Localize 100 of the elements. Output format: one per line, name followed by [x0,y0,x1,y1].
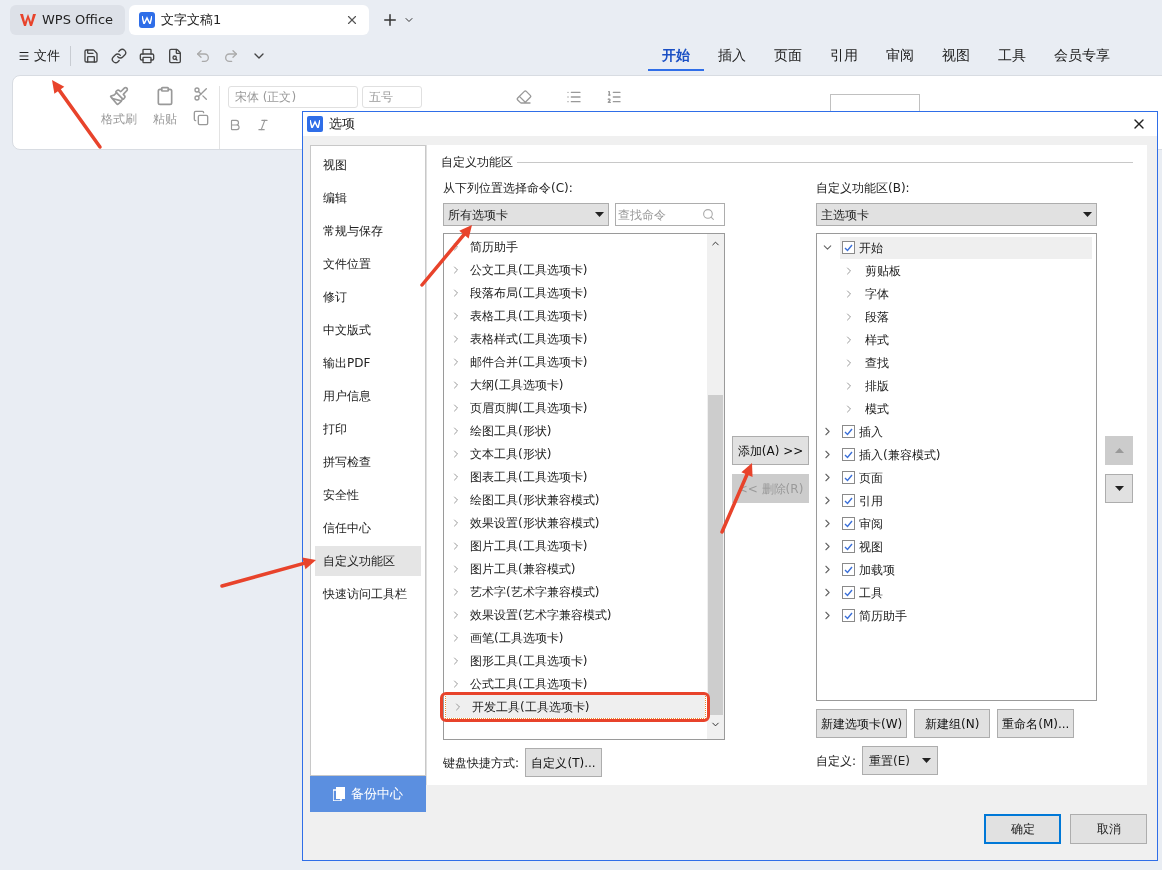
command-item[interactable]: 开发工具(工具选项卡) [446,695,705,718]
checkbox[interactable] [842,494,855,507]
print-preview-icon[interactable] [167,48,183,64]
ribbon-action-button[interactable]: 新建选项卡(W) [816,709,908,738]
save-icon[interactable] [83,48,99,64]
eraser-icon[interactable] [516,89,532,105]
command-item[interactable]: 图表工具(工具选项卡) [444,465,707,488]
menu-icon [18,50,30,62]
italic-icon[interactable] [256,118,270,132]
nav-item[interactable]: 常规与保存 [315,216,421,246]
undo-icon[interactable] [195,48,211,64]
nav-item[interactable]: 中文版式 [315,315,421,345]
command-item[interactable]: 效果设置(形状兼容模式) [444,511,707,534]
format-painter-icon[interactable] [109,86,129,106]
nav-item[interactable]: 修订 [315,282,421,312]
checkbox[interactable] [842,425,855,438]
tree-child-item[interactable]: 排版 [821,374,1092,397]
command-item[interactable]: 表格样式(工具选项卡) [444,327,707,350]
new-tab-icon[interactable] [381,11,399,29]
checkbox[interactable] [842,448,855,461]
link-icon[interactable] [111,48,127,64]
checkbox[interactable] [842,471,855,484]
bold-icon[interactable] [228,118,242,132]
command-item[interactable]: 公式工具(工具选项卡) [444,672,707,695]
ribbon-tab[interactable]: 会员专享 [1040,41,1124,71]
reset-button[interactable]: 重置(E) [862,746,939,775]
nav-item[interactable]: 文件位置 [315,249,421,279]
command-item[interactable]: 大纲(工具选项卡) [444,373,707,396]
nav-item[interactable]: 信任中心 [315,513,421,543]
ribbon-action-button[interactable]: 重命名(M)... [997,709,1075,738]
command-item[interactable]: 绘图工具(形状) [444,419,707,442]
command-item[interactable]: 图片工具(兼容模式) [444,557,707,580]
checkbox[interactable] [842,517,855,530]
nav-item[interactable]: 快速访问工具栏 [315,579,421,609]
tree-item-label: 引用 [859,492,883,510]
app-tab[interactable]: 文字文稿1 [129,5,369,35]
move-down-button[interactable] [1105,474,1133,503]
close-icon[interactable] [345,13,359,27]
command-item[interactable]: 简历助手 [444,235,707,258]
redo-icon[interactable] [223,48,239,64]
nav-item[interactable]: 自定义功能区 [315,546,421,576]
checkbox[interactable] [842,609,855,622]
tree-child-item[interactable]: 字体 [821,282,1092,305]
ribbon-tab[interactable]: 引用 [816,41,872,71]
nav-item[interactable]: 拼写检查 [315,447,421,477]
nav-item[interactable]: 安全性 [315,480,421,510]
command-item[interactable]: 文本工具(形状) [444,442,707,465]
cut-icon[interactable] [193,86,209,102]
ribbon-action-button[interactable]: 新建组(N) [914,709,991,738]
paste-icon[interactable] [155,86,175,106]
copy-icon[interactable] [193,110,209,126]
app-icon [307,116,323,132]
command-item[interactable]: 公文工具(工具选项卡) [444,258,707,281]
nav-item[interactable]: 用户信息 [315,381,421,411]
ok-button[interactable]: 确定 [984,814,1061,844]
ribbon-tab[interactable]: 视图 [928,41,984,71]
numbered-list-icon[interactable] [606,89,622,105]
app-tab[interactable]: WPS Office [10,5,125,35]
customize-button[interactable]: 自定义(T)... [525,748,603,777]
command-item[interactable]: 效果设置(艺术字兼容模式) [444,603,707,626]
file-menu[interactable]: 文件 [18,46,71,66]
annotation-arrow [52,80,102,149]
command-item[interactable]: 表格工具(工具选项卡) [444,304,707,327]
tree-child-item[interactable]: 剪贴板 [821,259,1092,282]
add-button[interactable]: 添加(A) >> [732,436,809,465]
print-icon[interactable] [139,48,155,64]
bullet-list-icon[interactable] [566,89,582,105]
command-item[interactable]: 图形工具(工具选项卡) [444,649,707,672]
ribbon-tab[interactable]: 开始 [648,41,704,71]
command-item[interactable]: 段落布局(工具选项卡) [444,281,707,304]
ribbon-tab[interactable]: 审阅 [872,41,928,71]
command-item[interactable]: 画笔(工具选项卡) [444,626,707,649]
command-item[interactable]: 页眉页脚(工具选项卡) [444,396,707,419]
tree-child-item[interactable]: 样式 [821,328,1092,351]
command-item[interactable]: 艺术字(艺术字兼容模式) [444,580,707,603]
nav-item[interactable]: 打印 [315,414,421,444]
nav-item[interactable]: 视图 [315,150,421,180]
ribbon-tab[interactable]: 页面 [760,41,816,71]
tree-child-item[interactable]: 段落 [821,305,1092,328]
search-icon [702,208,715,221]
cancel-button[interactable]: 取消 [1070,814,1147,844]
command-item[interactable]: 绘图工具(形状兼容模式) [444,488,707,511]
checkbox[interactable] [842,241,855,254]
search-input[interactable]: 查找命令 [618,205,702,224]
nav-item[interactable]: 输出PDF [315,348,421,378]
tree-child-item[interactable]: 查找 [821,351,1092,374]
ribbon-source-dropdown[interactable]: 主选项卡 [816,203,1097,226]
tree-item-label: 开始 [859,239,883,257]
checkbox[interactable] [842,540,855,553]
ribbon-tab[interactable]: 工具 [984,41,1040,71]
command-item[interactable]: 邮件合并(工具选项卡) [444,350,707,373]
ribbon-tab[interactable]: 插入 [704,41,760,71]
nav-item[interactable]: 编辑 [315,183,421,213]
tree-child-item[interactable]: 模式 [821,397,1092,420]
checkbox[interactable] [842,586,855,599]
commands-source-dropdown[interactable]: 所有选项卡 [443,203,609,226]
command-item[interactable]: 图片工具(工具选项卡) [444,534,707,557]
scrollbar[interactable] [707,234,724,739]
checkbox[interactable] [842,563,855,576]
search-field[interactable]: 查找命令 [615,203,725,226]
